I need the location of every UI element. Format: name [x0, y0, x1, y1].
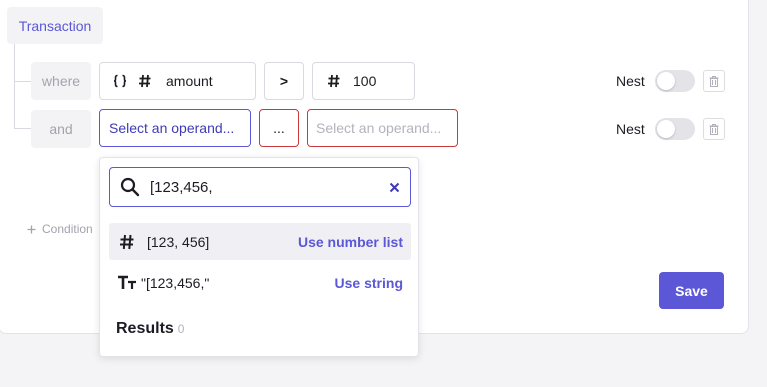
where-keyword-text: where	[41, 73, 81, 89]
use-string-action[interactable]: Use string	[335, 275, 403, 291]
operator-value: >	[279, 73, 289, 89]
left-operand-placeholder: Select an operand...	[109, 120, 235, 136]
tree-connector	[14, 44, 15, 128]
option-string[interactable]: "[123,456," Use string	[109, 264, 411, 301]
add-condition-button[interactable]: Condition	[27, 222, 93, 236]
search-icon	[120, 177, 140, 197]
left-operand-value: amount	[166, 73, 213, 89]
clear-icon[interactable]	[389, 182, 400, 193]
left-operand-select[interactable]: Select an operand...	[99, 109, 251, 147]
delete-condition-button[interactable]	[703, 70, 725, 92]
delete-condition-button[interactable]	[703, 118, 725, 140]
hash-icon	[327, 74, 341, 88]
results-count: 0	[177, 322, 185, 336]
and-keyword: and	[31, 110, 91, 148]
option-label: [123, 456]	[147, 233, 210, 250]
add-condition-label: Condition	[42, 222, 93, 236]
and-keyword-text: and	[49, 121, 73, 137]
right-operand-value: 100	[353, 73, 377, 89]
operator-select[interactable]: ...	[259, 109, 299, 147]
text-type-icon	[117, 275, 137, 291]
option-number-list[interactable]: [123, 456] Use number list	[109, 223, 411, 260]
braces-icon	[112, 73, 128, 89]
left-operand-field[interactable]: amount	[99, 62, 256, 100]
trash-icon	[708, 123, 720, 135]
operator-placeholder: ...	[273, 120, 285, 136]
save-label: Save	[675, 282, 708, 299]
group-label[interactable]: Transaction	[7, 7, 103, 44]
nest-label: Nest	[616, 121, 645, 137]
hash-icon	[119, 234, 135, 250]
save-button[interactable]: Save	[659, 272, 724, 309]
nest-toggle[interactable]	[655, 118, 695, 140]
toggle-knob	[657, 120, 675, 138]
operand-search-input[interactable]: [123,456,	[109, 167, 411, 207]
option-label: "[123,456,"	[141, 274, 210, 291]
right-operand-select[interactable]: Select an operand...	[307, 109, 458, 147]
tree-branch-1	[14, 81, 32, 82]
toggle-knob	[657, 72, 675, 90]
right-operand-placeholder: Select an operand...	[316, 120, 442, 136]
operand-dropdown: [123,456, [123, 456] Use number list "[1…	[99, 157, 419, 357]
tree-branch-2	[14, 128, 32, 129]
operator-select[interactable]: >	[264, 62, 304, 100]
hash-icon	[138, 74, 152, 88]
results-label: Results	[116, 320, 174, 337]
right-operand-field[interactable]: 100	[312, 62, 415, 100]
nest-label: Nest	[616, 73, 645, 89]
where-keyword: where	[31, 62, 91, 100]
search-query: [123,456,	[150, 178, 213, 196]
use-number-list-action[interactable]: Use number list	[298, 234, 403, 250]
group-label-text: Transaction	[18, 17, 92, 34]
results-header: Results 0	[116, 320, 184, 338]
trash-icon	[708, 75, 720, 87]
nest-toggle[interactable]	[655, 70, 695, 92]
plus-icon	[27, 225, 36, 234]
